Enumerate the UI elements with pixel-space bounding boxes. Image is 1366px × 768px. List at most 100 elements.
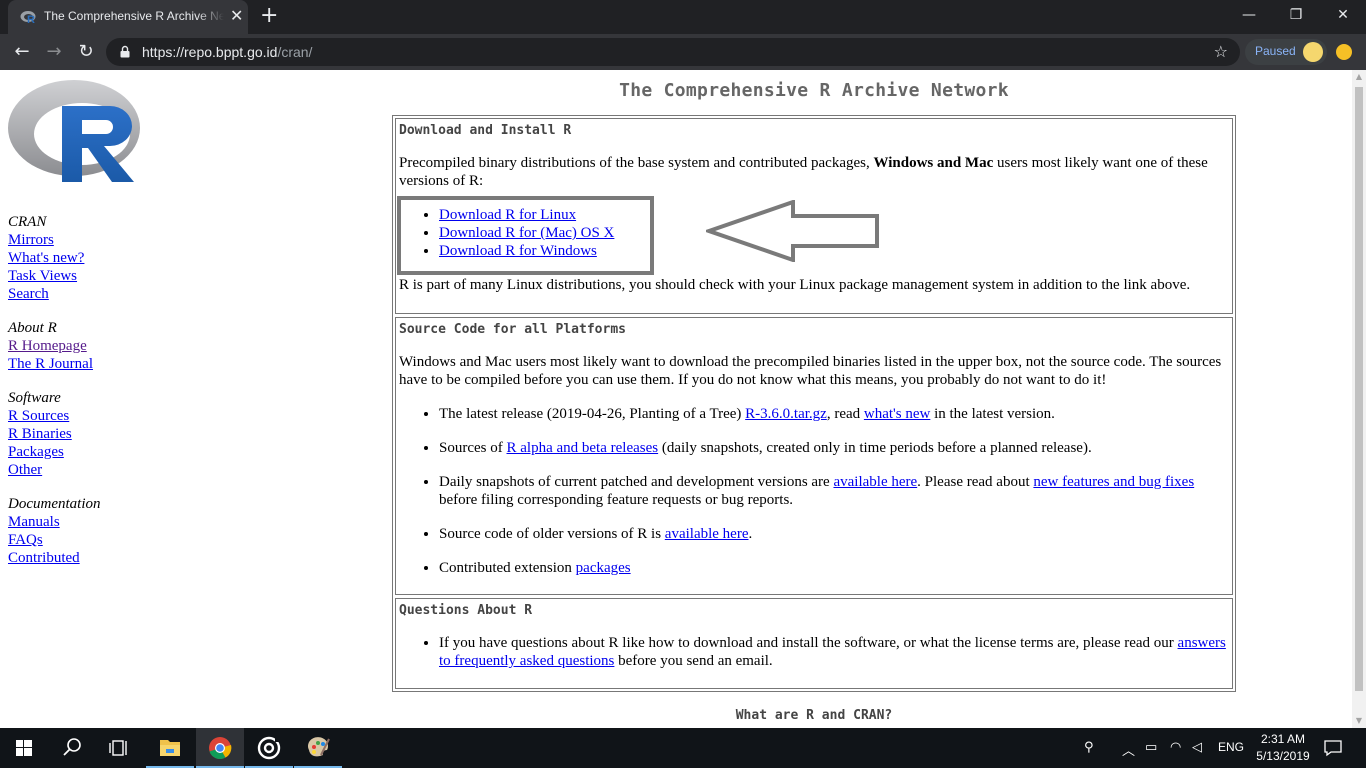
minimize-button[interactable]: —	[1226, 4, 1272, 28]
sidebar-heading: CRAN	[8, 214, 47, 230]
sidebar-heading: Documentation	[8, 496, 101, 512]
whats-new-link[interactable]: what's new	[864, 406, 930, 422]
list-item: Daily snapshots of current patched and d…	[439, 473, 1226, 509]
older-versions-link[interactable]: available here	[665, 526, 749, 542]
bookmark-star-icon[interactable]: ☆	[1214, 42, 1228, 61]
people-icon[interactable]: ⚲	[1084, 740, 1094, 755]
sidebar-link-packages[interactable]: Packages	[8, 443, 100, 461]
close-window-button[interactable]: ✕	[1320, 4, 1366, 28]
item-text: (daily snapshots, created only in time p…	[658, 440, 1092, 456]
item-text: Sources of	[439, 440, 507, 456]
sidebar-link-r-binaries[interactable]: R Binaries	[8, 425, 100, 443]
questions-section: Questions About R If you have questions …	[395, 598, 1233, 689]
scroll-up-icon[interactable]: ▲	[1352, 70, 1366, 84]
sidebar-group-software: Software R Sources R Binaries Packages O…	[8, 389, 100, 479]
url-path: /cran/	[277, 44, 313, 60]
url-text: https://repo.bppt.go.id/cran/	[142, 44, 312, 60]
tab-close-icon[interactable]: ✕	[230, 8, 243, 24]
folder-icon	[160, 740, 180, 756]
show-hidden-icons-icon[interactable]: ︿	[1122, 740, 1135, 759]
scroll-thumb[interactable]	[1355, 87, 1363, 691]
windows-logo-icon	[16, 740, 32, 756]
task-view-button[interactable]	[96, 728, 144, 768]
clock-date: 5/13/2019	[1256, 749, 1310, 763]
browser-toolbar: ← → ↻ https://repo.bppt.go.id/cran/ ☆ Pa…	[0, 34, 1366, 70]
page-title: The Comprehensive R Archive Network	[619, 80, 1009, 101]
profile-status: Paused	[1255, 44, 1296, 58]
profile-button[interactable]: Paused	[1245, 39, 1327, 65]
sidebar-link-task-views[interactable]: Task Views	[8, 267, 100, 285]
sidebar-link-r-sources[interactable]: R Sources	[8, 407, 100, 425]
browser-menu-update-icon[interactable]	[1336, 44, 1352, 60]
item-text: , read	[826, 406, 864, 422]
questions-list: If you have questions about R like how t…	[439, 634, 1226, 670]
list-item: Sources of R alpha and beta releases (da…	[439, 439, 1226, 457]
chrome-taskbar-button[interactable]	[196, 728, 244, 768]
reload-button[interactable]: ↻	[74, 40, 98, 64]
download-heading: Download and Install R	[399, 123, 572, 138]
clock[interactable]: 2:31 AM 5/13/2019	[1252, 731, 1314, 765]
packages-link[interactable]: packages	[576, 560, 631, 576]
restore-button[interactable]: ❐	[1273, 4, 1319, 28]
sidebar-group-about: About R R Homepage The R Journal	[8, 319, 100, 373]
source-list: The latest release (2019-04-26, Planting…	[439, 405, 1226, 577]
clock-time: 2:31 AM	[1260, 732, 1306, 746]
address-bar[interactable]: https://repo.bppt.go.id/cran/ ☆	[106, 38, 1240, 66]
search-button[interactable]	[48, 728, 96, 768]
lock-icon	[120, 45, 130, 58]
scroll-down-icon[interactable]: ▼	[1352, 714, 1366, 728]
browser-tab[interactable]: R The Comprehensive R Archive Network ✕	[8, 0, 248, 34]
r-favicon-icon: R	[20, 11, 36, 24]
r-logo-icon[interactable]	[8, 78, 142, 184]
volume-icon[interactable]: ◁	[1192, 740, 1202, 755]
item-text: Daily snapshots of current patched and d…	[439, 474, 834, 490]
intro-bold: Windows and Mac	[873, 155, 994, 171]
source-heading: Source Code for all Platforms	[399, 322, 626, 337]
battery-icon[interactable]: ▭	[1145, 740, 1157, 755]
app-taskbar-button[interactable]	[245, 728, 293, 768]
tab-title: The Comprehensive R Archive Network	[44, 9, 224, 23]
sidebar-link-r-journal[interactable]: The R Journal	[8, 355, 100, 373]
input-language[interactable]: ENG	[1218, 740, 1244, 754]
avatar	[1303, 42, 1323, 62]
item-text: before filing corresponding feature requ…	[439, 492, 794, 508]
item-text: .	[748, 526, 753, 542]
action-center-icon[interactable]	[1323, 739, 1343, 757]
intro-text: Precompiled binary distributions of the …	[399, 155, 874, 171]
sidebar-link-r-homepage[interactable]: R Homepage	[8, 337, 100, 355]
sidebar-link-search[interactable]: Search	[8, 285, 100, 303]
new-tab-button[interactable]: +	[260, 5, 278, 27]
item-text: Contributed extension	[439, 560, 576, 576]
sidebar-link-other[interactable]: Other	[8, 461, 100, 479]
alpha-beta-link[interactable]: R alpha and beta releases	[507, 440, 659, 456]
paint-palette-icon	[308, 737, 330, 757]
item-text: in the latest version.	[930, 406, 1055, 422]
list-item: Source code of older versions of R is av…	[439, 525, 1226, 543]
file-explorer-button[interactable]	[146, 728, 194, 768]
sidebar-heading: Software	[8, 390, 61, 406]
sidebar-link-contributed[interactable]: Contributed	[8, 549, 100, 567]
item-text: Source code of older versions of R is	[439, 526, 665, 542]
annotation-arrow-icon	[706, 200, 879, 262]
page-scrollbar[interactable]: ▲ ▼	[1352, 70, 1366, 728]
item-text: If you have questions about R like how t…	[439, 635, 1178, 651]
search-icon	[63, 738, 81, 756]
wifi-icon[interactable]: ◠	[1170, 740, 1181, 755]
page-viewport: CRAN Mirrors What's new? Task Views Sear…	[0, 70, 1352, 728]
start-button[interactable]	[0, 728, 48, 768]
new-features-link[interactable]: new features and bug fixes	[1033, 474, 1194, 490]
sidebar-link-mirrors[interactable]: Mirrors	[8, 231, 100, 249]
back-button[interactable]: ←	[10, 40, 34, 64]
forward-button[interactable]: →	[42, 40, 66, 64]
list-item: If you have questions about R like how t…	[439, 634, 1226, 670]
sidebar-link-faqs[interactable]: FAQs	[8, 531, 100, 549]
paint-taskbar-button[interactable]	[294, 728, 342, 768]
questions-heading: Questions About R	[399, 603, 533, 618]
snapshots-link[interactable]: available here	[833, 474, 917, 490]
sidebar-link-manuals[interactable]: Manuals	[8, 513, 100, 531]
annotation-highlight-box	[397, 196, 654, 275]
sidebar-nav: CRAN Mirrors What's new? Task Views Sear…	[8, 213, 100, 583]
r-tarball-link[interactable]: R-3.6.0.tar.gz	[745, 406, 827, 422]
item-text: . Please read about	[917, 474, 1034, 490]
sidebar-link-whats-new[interactable]: What's new?	[8, 249, 100, 267]
